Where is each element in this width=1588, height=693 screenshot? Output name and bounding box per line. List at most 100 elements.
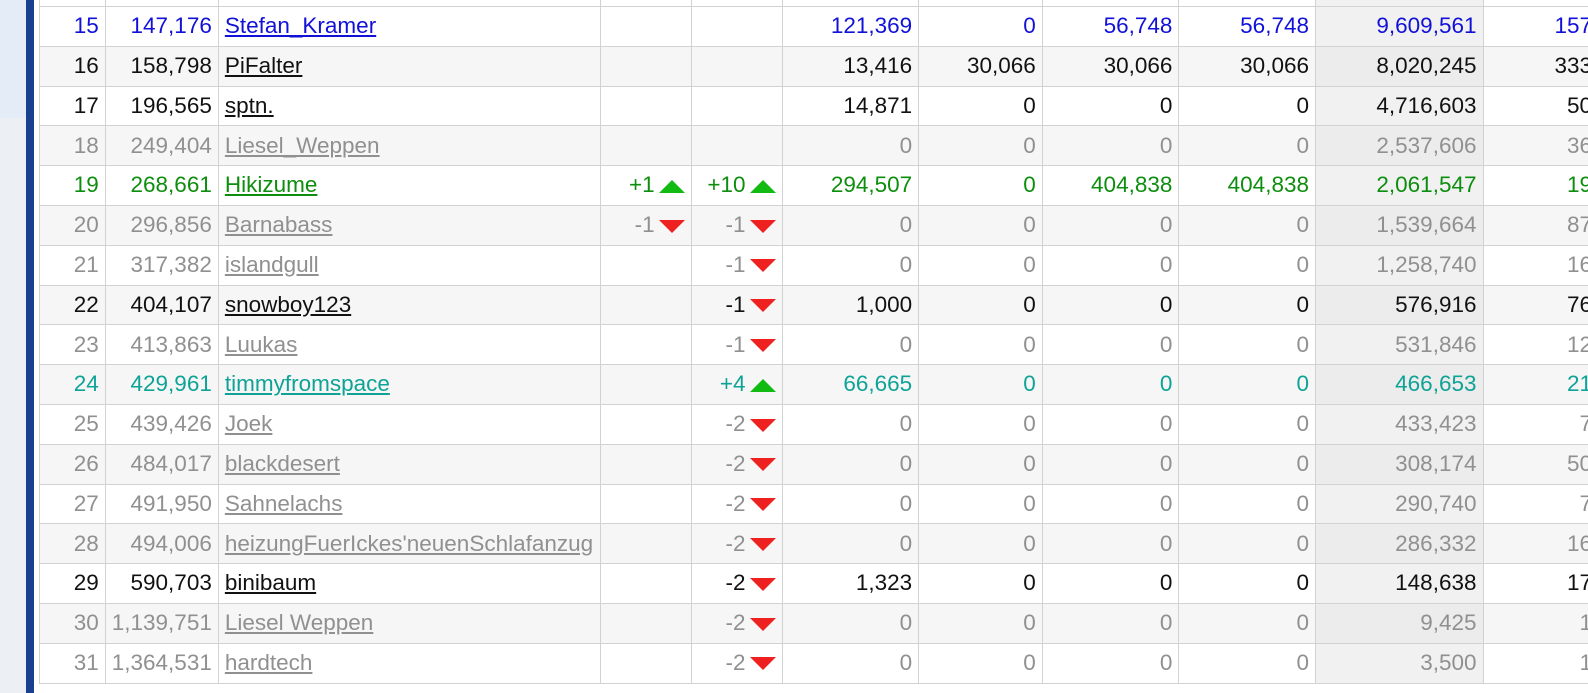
rank-cell: 22 <box>39 284 106 326</box>
total-value: 466,653 <box>1395 371 1477 397</box>
rank-change-arrow-icon <box>658 179 685 193</box>
value-cell-8: 0 <box>1178 125 1316 167</box>
user-link[interactable]: Hikizume <box>225 172 318 197</box>
user-link[interactable]: Joek <box>225 411 273 436</box>
rank-value: 26 <box>73 450 99 476</box>
table-row: 29 590,703 binibaum -2 1,323 0 0 0 148,6… <box>39 563 1588 604</box>
rank-change-2-cell: -1 <box>690 204 783 246</box>
value-cell-6: 0 <box>918 204 1043 246</box>
name-cell: Barnabass <box>217 204 601 246</box>
score-value: 429,961 <box>130 371 212 397</box>
cell-value: 30,066 <box>1240 52 1309 78</box>
rank-change-2-cell <box>690 125 783 167</box>
rank-cell: 17 <box>39 85 106 127</box>
table-row: 19 268,661 Hikizume +1 +10 294,507 0 404… <box>39 165 1588 206</box>
cell-value: 0 <box>1296 450 1309 476</box>
user-link[interactable]: blackdesert <box>225 451 340 476</box>
table-row: 28 494,006 heizungFuerIckes'neuenSchlafa… <box>39 523 1588 565</box>
last-cell: 50 <box>1482 443 1588 485</box>
total-cell: 531,846 <box>1315 324 1484 366</box>
score-cell: 439,426 <box>104 403 219 445</box>
total-value: 8,020,245 <box>1376 52 1477 78</box>
user-link[interactable]: PiFalter <box>225 53 303 78</box>
value-cell-7: 0 <box>1041 244 1180 286</box>
cell-value: 0 <box>899 490 913 516</box>
rank-change-2-cell <box>690 6 783 47</box>
rank-change-1-cell <box>599 125 692 167</box>
table-row: 23 413,863 Luukas -1 0 0 0 0 531,846 12 <box>39 324 1588 366</box>
user-link[interactable]: Luukas <box>225 332 298 357</box>
value-cell-6: 0 <box>918 642 1043 684</box>
rank-cell: 15 <box>39 6 106 47</box>
rank-value: 24 <box>73 371 99 397</box>
cell-value: 0 <box>1159 92 1173 118</box>
value-cell-8: 0 <box>1178 642 1316 684</box>
cell-value: 0 <box>1296 291 1309 317</box>
rank-change-value: -1 <box>725 212 746 238</box>
cell-value: 14,871 <box>843 92 913 118</box>
rank-change-arrow-icon <box>749 259 776 273</box>
value-cell-5: 121,369 <box>781 6 920 47</box>
user-link[interactable]: Liesel_Weppen <box>225 133 380 158</box>
score-cell: 196,565 <box>104 85 219 127</box>
cell-value: 0 <box>1023 291 1036 317</box>
name-cell: Hikizume <box>217 165 601 206</box>
rank-change-2-cell: +4 <box>690 364 783 405</box>
user-link[interactable]: sptn. <box>225 93 274 118</box>
score-value: 590,703 <box>130 570 212 596</box>
user-link[interactable]: snowboy123 <box>225 292 351 317</box>
cell-value: 0 <box>1296 251 1309 277</box>
cell-value: 13,416 <box>843 52 913 78</box>
user-link[interactable]: binibaum <box>225 570 316 595</box>
last-value: 16 <box>1566 251 1588 277</box>
user-link[interactable]: Stefan_Kramer <box>225 13 376 38</box>
rank-change-1-cell <box>599 85 692 127</box>
cell-value: 0 <box>1023 610 1036 636</box>
score-value: 317,382 <box>130 251 212 277</box>
rank-change-1-cell <box>599 6 692 47</box>
user-link[interactable]: Sahnelachs <box>225 491 343 516</box>
stats-table-container: 15 147,176 Stefan_Kramer 121,369 0 56,74… <box>39 0 1588 684</box>
cell-value: 0 <box>899 649 913 675</box>
total-cell: 9,609,561 <box>1315 6 1484 47</box>
cell-value: 0 <box>1296 92 1309 118</box>
total-value: 9,425 <box>1420 610 1477 636</box>
user-link[interactable]: timmyfromspace <box>225 371 390 396</box>
value-cell-7: 0 <box>1041 443 1180 485</box>
rank-value: 28 <box>73 530 99 556</box>
value-cell-5: 0 <box>781 523 920 565</box>
rank-change-value: -1 <box>634 212 655 238</box>
value-cell-6: 0 <box>918 324 1043 366</box>
rank-change-2-cell: -2 <box>690 443 783 485</box>
cell-value: 0 <box>1296 570 1309 596</box>
user-link[interactable]: heizungFuerIckes'neuenSchlafanzug <box>225 531 593 556</box>
cell-value: 30,066 <box>1103 52 1173 78</box>
score-cell: 158,798 <box>104 45 219 87</box>
rank-cell: 26 <box>39 443 106 485</box>
rank-change-2-cell: -2 <box>690 523 783 565</box>
value-cell-5: 0 <box>781 483 920 525</box>
rank-change-1-cell <box>599 244 692 286</box>
user-link[interactable]: hardtech <box>225 650 313 675</box>
name-cell: hardtech <box>217 642 601 684</box>
total-cell: 1,258,740 <box>1315 244 1484 286</box>
rank-value: 29 <box>73 570 99 596</box>
last-cell: 36 <box>1482 125 1588 167</box>
table-row: 24 429,961 timmyfromspace +4 66,665 0 0 … <box>39 364 1588 405</box>
name-cell: Luukas <box>217 324 601 366</box>
value-cell-8: 0 <box>1178 204 1316 246</box>
total-cell: 308,174 <box>1315 443 1484 485</box>
rank-cell: 16 <box>39 45 106 87</box>
rank-value: 21 <box>73 251 99 277</box>
name-cell: timmyfromspace <box>217 364 601 405</box>
user-link[interactable]: islandgull <box>225 252 319 277</box>
user-link[interactable]: Liesel Weppen <box>225 610 373 635</box>
total-cell: 2,537,606 <box>1315 125 1484 167</box>
rank-value: 15 <box>73 13 99 39</box>
score-cell: 590,703 <box>104 563 219 604</box>
cell-value: 0 <box>1023 570 1036 596</box>
total-cell: 290,740 <box>1315 483 1484 525</box>
user-link[interactable]: Barnabass <box>225 212 333 237</box>
cell-value: 0 <box>1023 92 1036 118</box>
cell-value: 0 <box>1296 411 1309 437</box>
